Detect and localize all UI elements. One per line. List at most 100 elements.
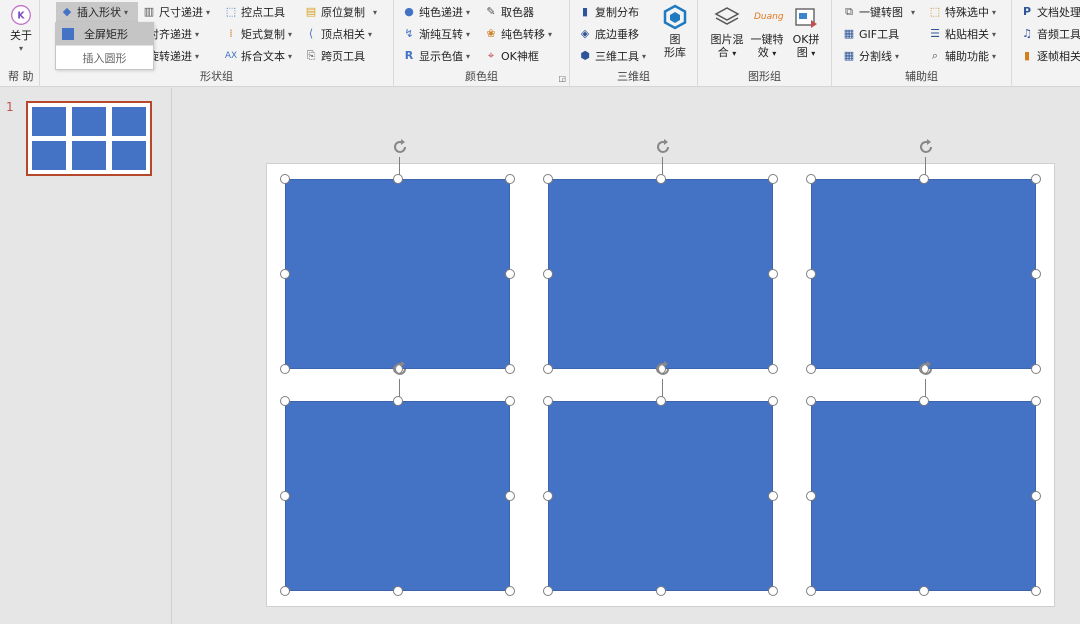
resize-handle[interactable] [505, 364, 515, 374]
show-color-button[interactable]: R 显示色值 ▾ [402, 46, 470, 66]
resize-handle[interactable] [543, 396, 553, 406]
rotate-handle-icon[interactable] [916, 359, 936, 379]
split-line-button[interactable]: ▦ 分割线 ▾ [842, 46, 899, 66]
insert-circle-item[interactable]: 插入圆形 [56, 45, 153, 69]
selected-rectangle-shape[interactable] [548, 179, 773, 369]
copy-distribute-button[interactable]: ▮ 复制分布 [578, 2, 639, 22]
frame-related-button[interactable]: ▮ 逐帧相关 [1020, 46, 1080, 66]
solid-transfer-button[interactable]: ❀ 纯色转移 ▾ [484, 24, 552, 44]
vertex-button[interactable]: ⟨ 顶点相关 ▾ [304, 24, 372, 44]
rotate-handle-icon[interactable] [653, 137, 673, 157]
resize-handle[interactable] [543, 269, 553, 279]
resize-handle[interactable] [1031, 491, 1041, 501]
rotate-step-button[interactable]: 旋转递进 ▾ [148, 46, 199, 66]
selected-rectangle-shape[interactable] [548, 401, 773, 591]
resize-handle[interactable] [1031, 269, 1041, 279]
resize-handle[interactable] [543, 491, 553, 501]
insert-shape-button[interactable]: ◆ 插入形状 ▾ [56, 2, 138, 22]
aux-func-button[interactable]: ⌕ 辅助功能 ▾ [928, 46, 996, 66]
chevron-down-icon: ▾ [195, 51, 200, 61]
rotate-handle-icon[interactable] [653, 359, 673, 379]
resize-handle[interactable] [1031, 364, 1041, 374]
resize-handle[interactable] [1031, 586, 1041, 596]
rotate-handle-icon[interactable] [916, 137, 936, 157]
doc-process-button[interactable]: P 文档处理 [1020, 2, 1080, 22]
resize-handle[interactable] [505, 491, 515, 501]
align-step-button[interactable]: 对齐递进 ▾ [148, 24, 199, 44]
resize-handle[interactable] [392, 586, 403, 596]
resize-handle[interactable] [543, 174, 553, 184]
selected-rectangle-shape[interactable] [811, 401, 1036, 591]
resize-handle[interactable] [1031, 396, 1041, 406]
color-picker-button[interactable]: ✎ 取色器 [484, 2, 534, 22]
solid-step-button[interactable]: ● 纯色递进 ▾ [402, 2, 470, 22]
slide-thumbnail[interactable] [26, 101, 152, 176]
resize-handle[interactable] [392, 174, 403, 184]
image-blend-button[interactable]: 图片混 合 ▾ [708, 4, 746, 60]
chevron-down-icon: ▾ [811, 49, 816, 58]
rect-copy-button[interactable]: ⁞ 矩式复制 ▾ [224, 24, 292, 44]
resize-handle[interactable] [505, 174, 515, 184]
resize-handle[interactable] [768, 491, 778, 501]
gif-tool-button[interactable]: ▦ GIF工具 [842, 24, 899, 44]
resize-handle[interactable] [655, 174, 666, 184]
special-select-button[interactable]: ⬚ 特殊选中 ▾ [928, 2, 996, 22]
group-help: K 关于 ▾ 帮 助 [0, 0, 40, 87]
resize-handle[interactable] [280, 364, 290, 374]
resize-handle[interactable] [543, 364, 553, 374]
resize-handle[interactable] [768, 364, 778, 374]
audio-tool-button[interactable]: ♫ 音频工具 [1020, 24, 1080, 44]
size-step-button[interactable]: ▥ 尺寸递进 ▾ [142, 2, 210, 22]
ctrl-tool-button[interactable]: ⬚ 控点工具 [224, 2, 285, 22]
selected-rectangle-shape[interactable] [811, 179, 1036, 369]
resize-handle[interactable] [280, 174, 290, 184]
stack-icon [714, 7, 740, 25]
resize-handle[interactable] [768, 174, 778, 184]
resize-handle[interactable] [806, 396, 816, 406]
resize-handle[interactable] [806, 491, 816, 501]
resize-handle[interactable] [918, 396, 929, 406]
resize-handle[interactable] [768, 396, 778, 406]
to-image-button[interactable]: ⧉ 一键转图 ▾ [842, 2, 915, 22]
resize-handle[interactable] [280, 269, 290, 279]
resize-handle[interactable] [655, 586, 666, 596]
resize-handle[interactable] [280, 586, 290, 596]
dialog-launcher-icon[interactable]: ◲ [558, 74, 566, 83]
rotate-handle-icon[interactable] [390, 359, 410, 379]
resize-handle[interactable] [806, 174, 816, 184]
cross-page-button[interactable]: ⎘ 跨页工具 [304, 46, 365, 66]
gradient-swap-button[interactable]: ↯ 渐纯互转 ▾ [402, 24, 470, 44]
resize-handle[interactable] [768, 269, 778, 279]
resize-handle[interactable] [918, 586, 929, 596]
resize-handle[interactable] [806, 364, 816, 374]
edge-move-button[interactable]: ◈ 底边垂移 [578, 24, 639, 44]
resize-handle[interactable] [806, 586, 816, 596]
resize-handle[interactable] [505, 269, 515, 279]
split-text-button[interactable]: AX 拆合文本 ▾ [224, 46, 292, 66]
resize-handle[interactable] [505, 396, 515, 406]
selected-rectangle-shape[interactable] [285, 401, 510, 591]
ok-frame-button[interactable]: ⌖ OK神框 [484, 46, 539, 66]
rotate-step-label: 旋转递进 [148, 50, 192, 63]
selected-rectangle-shape[interactable] [285, 179, 510, 369]
about-button[interactable]: K 关于 ▾ [6, 4, 36, 55]
orig-copy-button[interactable]: ▤ 原位复制 ▾ [304, 2, 377, 22]
shape-library-button[interactable]: 图 形库 [658, 4, 692, 59]
text-split-icon: AX [224, 51, 238, 61]
rotate-handle-icon[interactable] [390, 137, 410, 157]
ok-puzzle-button[interactable]: OK拼 图 ▾ [788, 4, 824, 60]
resize-handle[interactable] [655, 396, 666, 406]
paste-related-button[interactable]: ☰ 粘贴相关 ▾ [928, 24, 996, 44]
resize-handle[interactable] [918, 174, 929, 184]
fullscreen-rect-item[interactable]: 全屏矩形 [56, 23, 153, 45]
resize-handle[interactable] [543, 586, 553, 596]
resize-handle[interactable] [806, 269, 816, 279]
resize-handle[interactable] [505, 586, 515, 596]
resize-handle[interactable] [1031, 174, 1041, 184]
one-click-fx-button[interactable]: Duang 一键特 效 ▾ [748, 4, 786, 60]
resize-handle[interactable] [280, 396, 290, 406]
resize-handle[interactable] [392, 396, 403, 406]
resize-handle[interactable] [280, 491, 290, 501]
resize-handle[interactable] [768, 586, 778, 596]
three-d-tool-button[interactable]: ⬢ 三维工具 ▾ [578, 46, 646, 66]
